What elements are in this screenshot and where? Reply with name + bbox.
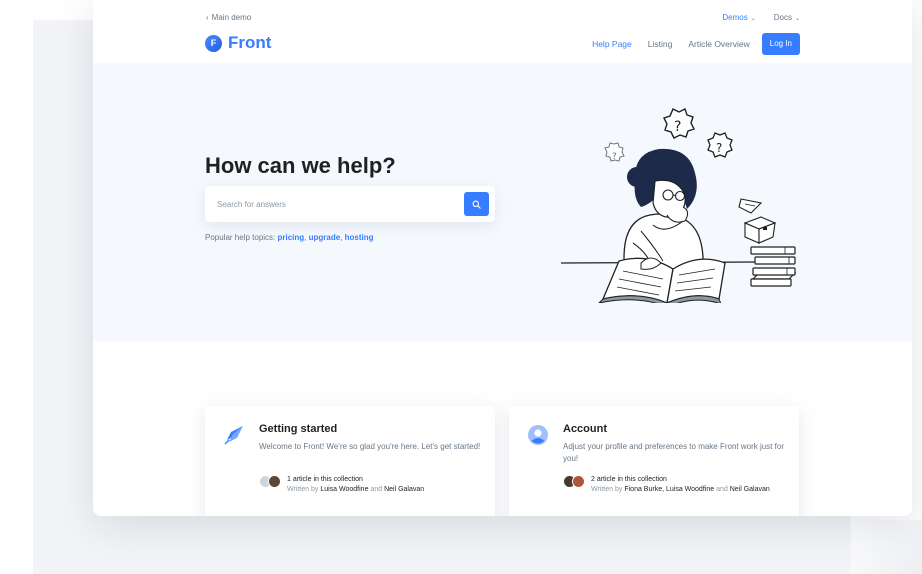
main-nav: Help Page Listing Article Overview Log I… xyxy=(576,33,800,55)
card-description: Welcome to Front! We're so glad you're h… xyxy=(259,442,481,451)
card-meta-text: 2 article in this collection Written by … xyxy=(591,475,771,495)
topbar-menu: Demos ⌄ Docs ⌄ xyxy=(722,13,800,22)
svg-text:?: ? xyxy=(716,141,722,155)
topic-link-pricing[interactable]: pricing xyxy=(278,233,305,242)
avatar xyxy=(572,475,585,488)
svg-text:?: ? xyxy=(674,119,681,135)
collection-card-getting-started[interactable]: Getting started Welcome to Front! We're … xyxy=(205,406,495,516)
card-meta: 2 article in this collection Written by … xyxy=(563,475,771,495)
author-avatars xyxy=(259,475,281,495)
chevron-left-icon: ‹ xyxy=(206,13,209,22)
page-backdrop-corner xyxy=(851,520,922,574)
card-meta-text: 1 article in this collection Written by … xyxy=(287,475,424,495)
topic-link-upgrade[interactable]: upgrade xyxy=(309,233,341,242)
login-button[interactable]: Log In xyxy=(761,33,800,55)
article-count: 1 article in this collection xyxy=(287,476,363,483)
and-label: and xyxy=(370,486,383,493)
search-box xyxy=(205,186,495,222)
written-by-label: Written by xyxy=(287,486,319,493)
search-icon xyxy=(472,200,481,209)
demos-dropdown[interactable]: Demos ⌄ xyxy=(722,13,755,22)
back-to-main-demo-link[interactable]: ‹ Main demo xyxy=(206,13,251,22)
demos-label: Demos xyxy=(722,13,748,22)
rocket-icon xyxy=(224,426,243,445)
user-profile-icon xyxy=(528,425,548,445)
author-names: Luisa Woodfine xyxy=(320,486,369,493)
nav-listing[interactable]: Listing xyxy=(648,39,673,49)
popular-topics-label: Popular help topics: xyxy=(205,233,276,242)
brand-name: Front xyxy=(228,33,272,52)
authors-line: Written by Fiona Burke, Luisa Woodfine a… xyxy=(591,485,771,495)
thinking-reader-illustration: ? ? ? xyxy=(560,108,797,303)
article-count: 2 article in this collection xyxy=(591,476,667,483)
avatar xyxy=(268,475,281,488)
hero-title: How can we help? xyxy=(205,153,396,178)
card-meta: 1 article in this collection Written by … xyxy=(259,475,424,495)
last-author-name: Neil Galavan xyxy=(729,486,770,493)
nav-article-overview[interactable]: Article Overview xyxy=(688,39,749,49)
search-button[interactable] xyxy=(464,192,489,216)
and-label: and xyxy=(716,486,728,493)
back-link-label: Main demo xyxy=(211,13,252,22)
browser-window: ‹ Main demo Demos ⌄ Docs ⌄ F Front Help Pag… xyxy=(93,0,912,516)
last-author-name: Neil Galavan xyxy=(384,486,425,493)
popular-topics: Popular help topics: pricing, upgrade, h… xyxy=(205,233,374,242)
svg-text:?: ? xyxy=(612,152,617,162)
collection-card-account[interactable]: Account Adjust your profile and preferen… xyxy=(509,406,799,516)
chevron-down-icon: ⌄ xyxy=(794,16,800,22)
docs-label: Docs xyxy=(773,13,792,22)
author-names: Fiona Burke, Luisa Woodfine xyxy=(624,486,715,493)
nav-help-page[interactable]: Help Page xyxy=(592,39,632,49)
topic-link-hosting[interactable]: hosting xyxy=(345,233,374,242)
author-avatars xyxy=(563,475,585,495)
search-input[interactable] xyxy=(217,186,457,222)
card-description: Adjust your profile and preferences to m… xyxy=(563,442,784,463)
card-title: Account xyxy=(563,423,607,435)
brand-logo[interactable]: F Front xyxy=(205,33,271,53)
hero-section: How can we help? Popular help topics: pr… xyxy=(93,63,912,341)
authors-line: Written by Luisa Woodfine and Neil Galav… xyxy=(287,485,424,495)
front-logo-icon: F xyxy=(205,34,222,52)
docs-dropdown[interactable]: Docs ⌄ xyxy=(774,13,800,22)
chevron-down-icon: ⌄ xyxy=(750,16,756,22)
card-title: Getting started xyxy=(259,423,338,435)
written-by-label: Written by xyxy=(591,486,623,493)
